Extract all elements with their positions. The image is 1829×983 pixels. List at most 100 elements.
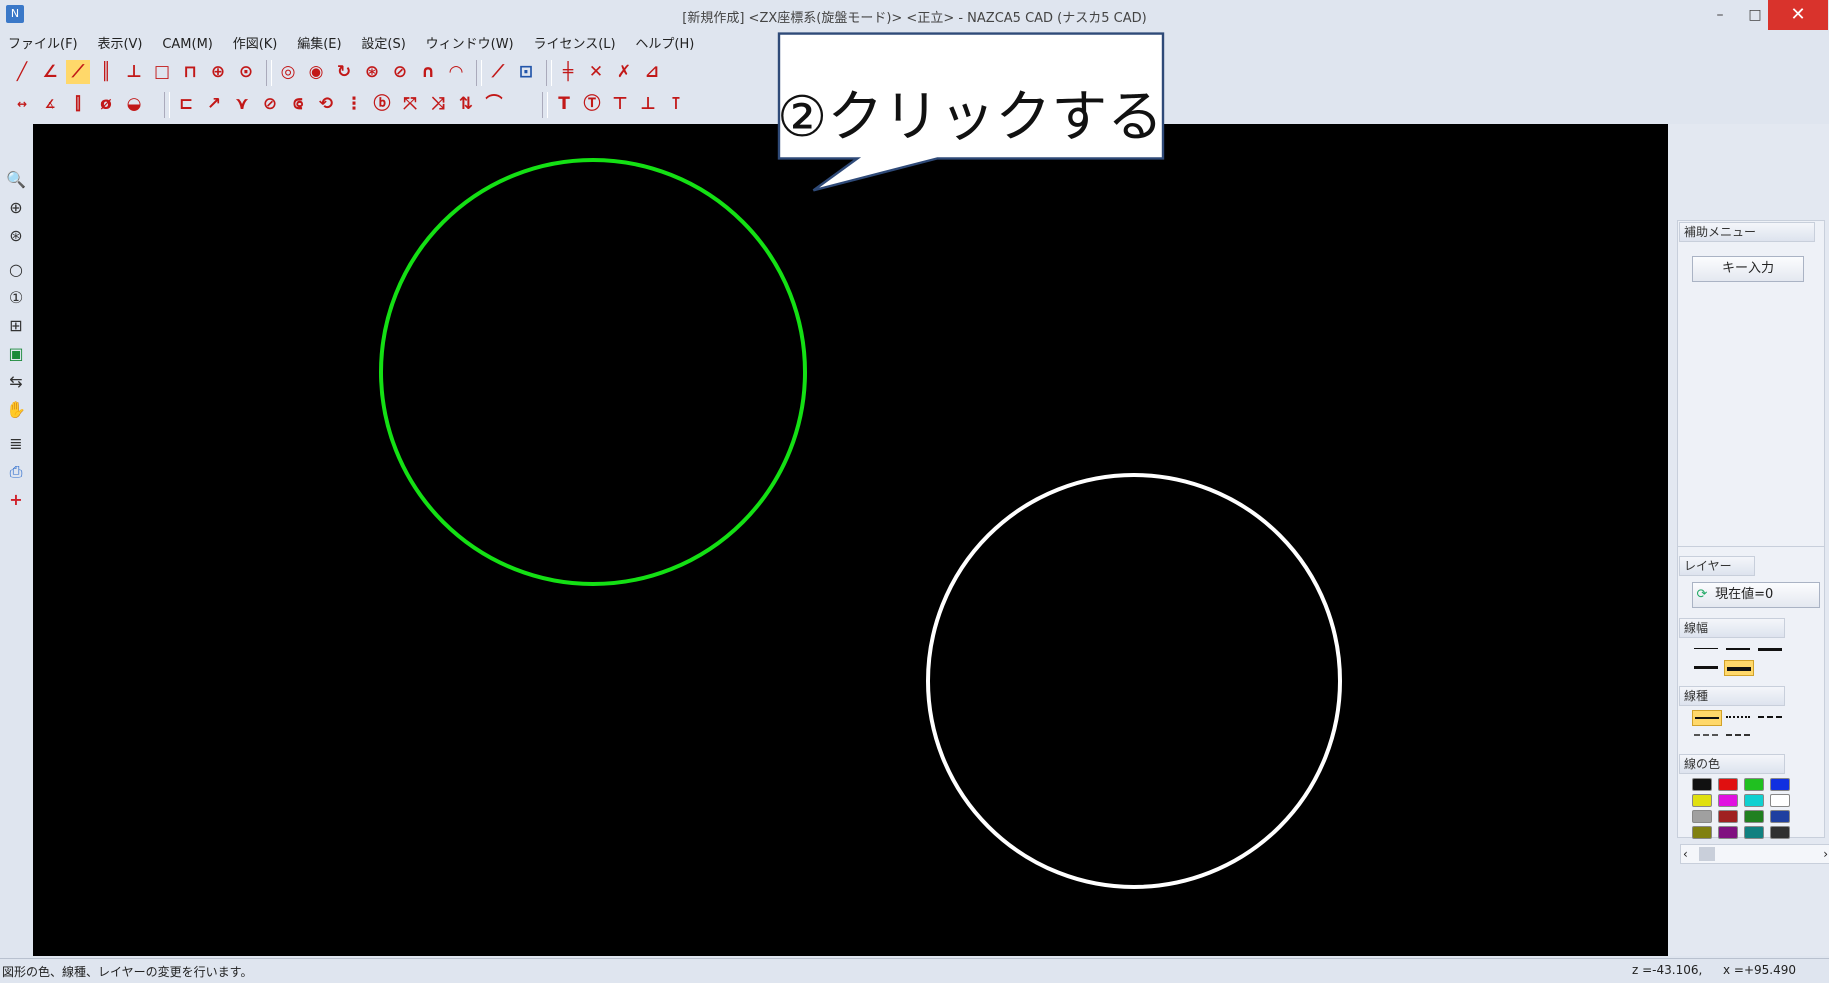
line-type-solid[interactable]: [1692, 710, 1722, 726]
line-width-heavy[interactable]: [1692, 660, 1720, 674]
zoom-fit-icon[interactable]: ○: [4, 258, 28, 282]
rectangle-icon[interactable]: □: [150, 60, 174, 84]
snap-grid-icon[interactable]: ⊡: [514, 60, 538, 84]
text-bold-icon[interactable]: Ⓣ: [580, 92, 604, 116]
swap-icon[interactable]: ⇆: [4, 370, 28, 394]
radius-dimension-icon[interactable]: ◒: [122, 92, 146, 116]
menu-draw[interactable]: 作図(K): [225, 34, 286, 56]
plus-cursor-icon[interactable]: +: [4, 488, 28, 512]
menu-license[interactable]: ライセンス(L): [525, 34, 623, 56]
arc-icon[interactable]: ◎: [276, 60, 300, 84]
pan-hand-icon[interactable]: ✋: [4, 398, 28, 422]
line-icon[interactable]: ╱: [10, 60, 34, 84]
angle-dimension-icon[interactable]: ∡: [38, 92, 62, 116]
redraw-icon[interactable]: ▣: [4, 342, 28, 366]
line-color-swatch[interactable]: [1692, 826, 1712, 839]
menu-file[interactable]: ファイル(F): [0, 34, 86, 56]
sort-icon[interactable]: ⤨: [426, 92, 450, 116]
angle-line-icon[interactable]: ∠: [38, 60, 62, 84]
line-width-medium[interactable]: [1724, 642, 1752, 656]
line-color-swatch[interactable]: [1692, 810, 1712, 823]
dimension-icon[interactable]: ↔: [10, 92, 34, 116]
parallel-lines-icon[interactable]: ║: [94, 60, 118, 84]
text-under-icon[interactable]: ⊥: [636, 92, 660, 116]
pattern-icon[interactable]: ⋮: [342, 92, 366, 116]
chamfer-icon[interactable]: ⊏: [174, 92, 198, 116]
null-icon[interactable]: ⊘: [258, 92, 282, 116]
text-center-icon[interactable]: ⊺: [664, 92, 688, 116]
line-color-swatch[interactable]: [1692, 794, 1712, 807]
offset-icon[interactable]: ⟃: [286, 92, 310, 116]
line-color-swatch[interactable]: [1744, 810, 1764, 823]
line-width-thick[interactable]: [1756, 642, 1784, 656]
fillet-icon[interactable]: ◠: [444, 60, 468, 84]
line-color-swatch[interactable]: [1692, 778, 1712, 791]
tangent-circle-icon[interactable]: ⊛: [360, 60, 384, 84]
drawing-canvas[interactable]: [33, 124, 1668, 956]
leader-icon[interactable]: ↗: [202, 92, 226, 116]
line-color-swatch[interactable]: [1718, 794, 1738, 807]
layer-current-button[interactable]: ⟳ 現在値=0: [1692, 582, 1820, 608]
scroll-left-icon[interactable]: ‹: [1683, 845, 1688, 863]
trim-icon[interactable]: ╪: [556, 60, 580, 84]
zoom-in-icon[interactable]: 🔍: [4, 168, 28, 192]
line-width-thin[interactable]: [1692, 642, 1720, 656]
scroll-thumb[interactable]: [1699, 847, 1715, 861]
zoom-previous-icon[interactable]: ⊕: [4, 196, 28, 220]
point-icon[interactable]: ⟋: [486, 60, 510, 84]
scroll-right-icon[interactable]: ›: [1823, 845, 1828, 863]
curve-icon[interactable]: ⌒: [482, 92, 506, 116]
printer-icon[interactable]: ⎙: [4, 460, 28, 484]
spiral-icon[interactable]: ⟲: [314, 92, 338, 116]
line-type-dotted[interactable]: [1724, 710, 1752, 724]
white-circle[interactable]: [926, 473, 1342, 889]
xy-icon[interactable]: ⤧: [398, 92, 422, 116]
minimize-button[interactable]: –: [1700, 0, 1740, 30]
text-t-icon[interactable]: T: [552, 92, 576, 116]
menu-help[interactable]: ヘルプ(H): [627, 34, 702, 56]
layer-stack-icon[interactable]: ≣: [4, 432, 28, 456]
hole-dimension-icon[interactable]: ⫿: [66, 92, 90, 116]
center-circle-icon[interactable]: ⊕: [206, 60, 230, 84]
line-type-dashed[interactable]: [1756, 710, 1784, 724]
ellipse-icon[interactable]: ∩: [416, 60, 440, 84]
line-type-dash-dot-dot[interactable]: [1724, 728, 1752, 742]
line-color-swatch[interactable]: [1718, 778, 1738, 791]
panel-scrollbar[interactable]: ‹ ›: [1680, 844, 1829, 864]
line-color-swatch[interactable]: [1744, 778, 1764, 791]
key-input-button[interactable]: キー入力: [1692, 256, 1804, 282]
diameter-dimension-icon[interactable]: ø: [94, 92, 118, 116]
cross-delete-icon[interactable]: ✕: [584, 60, 608, 84]
measure-icon[interactable]: ⊿: [640, 60, 664, 84]
text-left-icon[interactable]: ⊤: [608, 92, 632, 116]
menu-settings[interactable]: 設定(S): [353, 34, 413, 56]
swap-arrows-icon[interactable]: ⇅: [454, 92, 478, 116]
line-color-swatch[interactable]: [1770, 794, 1790, 807]
menu-view[interactable]: 表示(V): [89, 34, 150, 56]
line-color-swatch[interactable]: [1718, 826, 1738, 839]
line-color-swatch[interactable]: [1744, 794, 1764, 807]
menu-edit[interactable]: 編集(E): [289, 34, 349, 56]
circle-icon[interactable]: ⊙: [234, 60, 258, 84]
zoom-window-icon[interactable]: ⊛: [4, 224, 28, 248]
green-circle[interactable]: [379, 158, 807, 586]
zoom-one-icon[interactable]: ①: [4, 286, 28, 310]
tangent-arc-icon[interactable]: ◉: [304, 60, 328, 84]
node-icon[interactable]: ⓑ: [370, 92, 394, 116]
perpendicular-icon[interactable]: ⊥: [122, 60, 146, 84]
tangent-line-icon[interactable]: ⟋: [66, 60, 90, 84]
line-color-swatch[interactable]: [1770, 826, 1790, 839]
menu-cam[interactable]: CAM(M): [154, 34, 221, 56]
rotate-arc-icon[interactable]: ↻: [332, 60, 356, 84]
menu-window[interactable]: ウィンドウ(W): [418, 34, 522, 56]
line-color-swatch[interactable]: [1718, 810, 1738, 823]
line-type-dash-dot[interactable]: [1692, 728, 1720, 742]
reverse-arc-icon[interactable]: ⊘: [388, 60, 412, 84]
line-color-swatch[interactable]: [1770, 810, 1790, 823]
line-color-swatch[interactable]: [1744, 826, 1764, 839]
extend-icon[interactable]: ✗: [612, 60, 636, 84]
polyline-icon[interactable]: ⊓: [178, 60, 202, 84]
line-width-selected[interactable]: [1724, 660, 1754, 676]
line-color-swatch[interactable]: [1770, 778, 1790, 791]
center-view-icon[interactable]: ⊞: [4, 314, 28, 338]
